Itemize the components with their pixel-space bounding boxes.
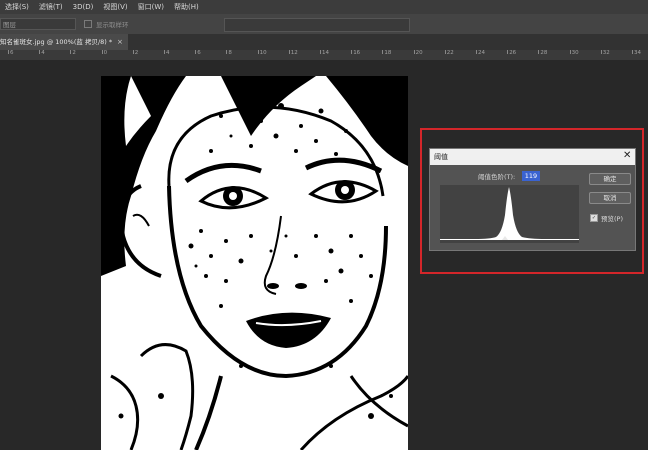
ruler-label: 6 [10,50,14,56]
ruler-label: 10 [259,50,267,56]
ruler-label: 24 [478,50,485,56]
ruler-label: 4 [166,50,170,56]
threshold-portrait-image [101,76,408,450]
ruler-label: 22 [446,50,454,56]
cancel-button[interactable]: 取消 [589,192,631,204]
ruler-label: 6 [197,50,201,56]
ruler-label: 32 [602,50,610,56]
options-combo[interactable] [224,18,410,32]
ruler-tick [632,50,633,54]
ruler-tick [288,50,290,54]
menu-3d[interactable]: 3D(D) [68,3,99,11]
menu-window[interactable]: 窗口(W) [133,2,169,12]
ruler-tick [382,50,384,54]
options-bar: 图层 显示取样环 [0,14,648,35]
preview-label: 预览(P) [601,215,623,223]
ruler-tick [351,50,353,54]
document-image[interactable] [101,76,408,450]
ruler-label: 12 [290,50,298,56]
ruler-tick [320,50,321,54]
ok-button[interactable]: 确定 [589,173,631,185]
ruler-label: 18 [384,50,392,56]
menu-help[interactable]: 帮助(H) [169,2,204,12]
threshold-level-input[interactable]: 119 [522,171,540,181]
ruler-label: 20 [415,50,423,56]
ruler-label: 2 [134,50,139,56]
close-icon[interactable]: ✕ [623,150,631,162]
ruler-tick [8,50,9,54]
ruler-label: 4 [41,50,45,56]
ruler-label: 0 [103,50,108,56]
close-tab-icon[interactable]: × [117,34,123,50]
threshold-dialog: 阈值 ✕ 阈值色阶(T): 119 确定 取消 ✓ 预览(P) [429,148,636,251]
document-tab-bar: 知名雀斑女.jpg @ 100%(蓝 拷贝/8) * × [0,34,648,50]
ruler-label: 16 [353,50,361,56]
ruler-tick [70,50,72,54]
show-sampling-ring-checkbox[interactable] [84,20,92,28]
ruler-label: 34 [634,50,641,56]
ruler-label: 8 [228,50,232,56]
ruler-tick [132,50,134,54]
ruler-tick [39,50,41,54]
menu-select[interactable]: 选择(S) [0,2,34,12]
ruler-tick [476,50,477,54]
show-sampling-ring-label: 显示取样环 [96,21,129,29]
ruler-tick [195,50,197,54]
ruler-tick [569,50,571,54]
ruler-tick [538,50,540,54]
ruler-tick [507,50,509,54]
preview-checkbox[interactable]: ✓ [590,214,598,222]
histogram-graph [440,187,579,240]
ruler-tick [226,50,228,54]
document-tab[interactable]: 知名雀斑女.jpg @ 100%(蓝 拷贝/8) * × [0,34,128,50]
menu-bar: 选择(S) 滤镜(T) 3D(D) 视图(V) 窗口(W) 帮助(H) [0,0,648,14]
ruler-tick [257,50,259,54]
ruler-label: 26 [509,50,517,56]
ruler-tick [600,50,602,54]
ruler-label: 30 [571,50,579,56]
ruler-label: 28 [540,50,548,56]
histogram[interactable] [440,185,579,243]
dialog-title: 阈值 [434,153,448,161]
ruler-label: 2 [72,50,76,56]
menu-filter[interactable]: 滤镜(T) [34,2,68,12]
sample-layer-field[interactable]: 图层 [0,18,76,30]
document-tab-title: 知名雀斑女.jpg @ 100%(蓝 拷贝/8) * [0,38,113,46]
ruler-label: 14 [322,50,329,56]
ruler-tick [413,50,415,54]
ruler-tick [164,50,165,54]
ruler-tick [444,50,446,54]
menu-view[interactable]: 视图(V) [98,2,132,12]
threshold-level-label: 阈值色阶(T): [478,173,516,181]
ruler-tick [101,50,103,54]
dialog-title-bar[interactable]: 阈值 ✕ [430,149,635,165]
